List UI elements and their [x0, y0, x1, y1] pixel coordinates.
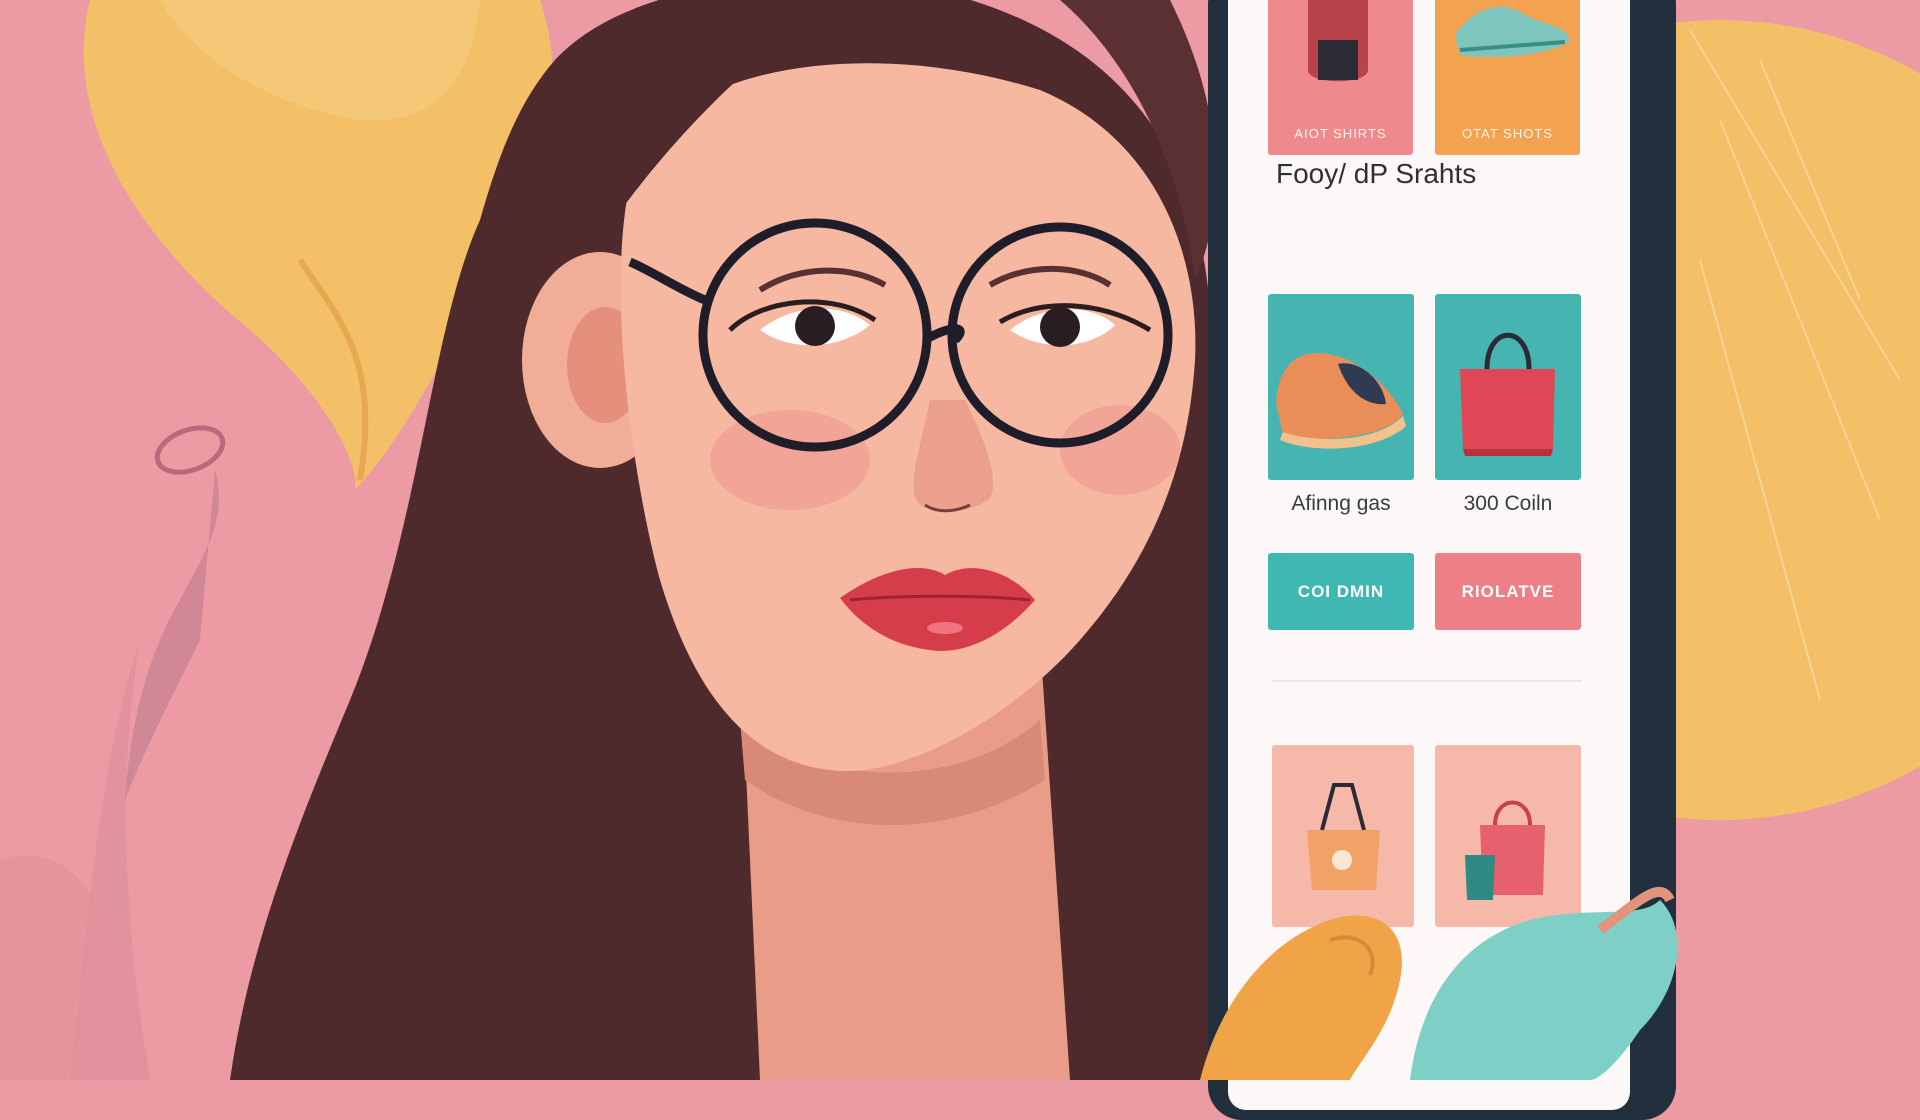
hands: [1200, 887, 1678, 1080]
